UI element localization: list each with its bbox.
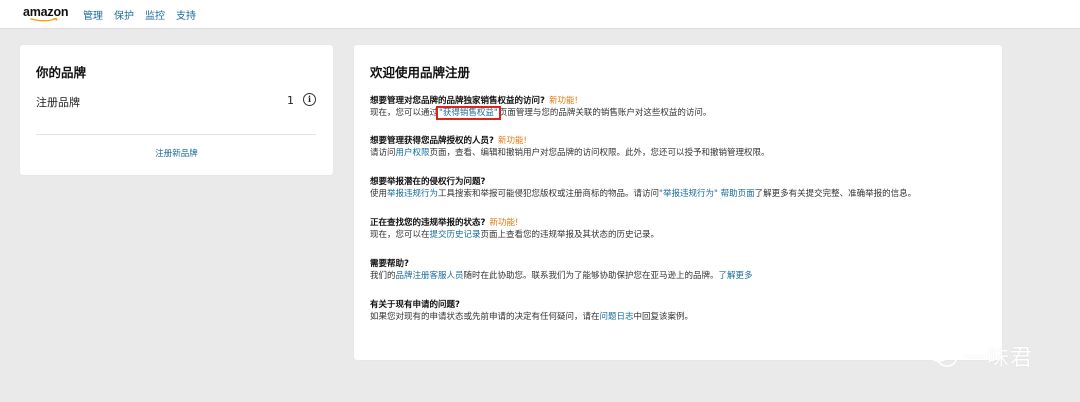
your-brands-title: 你的品牌 — [36, 65, 87, 80]
registered-brands-label: 注册品牌 — [36, 96, 80, 109]
section-text: 我们的 — [370, 271, 396, 281]
section-authorized-users: 想要管理获得您品牌授权的人员? 新功能! 请访问用户权限页面，查看、编辑和撤销用户… — [370, 135, 990, 159]
registered-brands-row: 注册品牌 1 i — [36, 93, 316, 110]
section-text: 了解更多有关提交完整、准确举报的信息。 — [754, 189, 917, 199]
section-text: 中回复该案例。 — [633, 312, 694, 322]
registered-brands-count: 1 — [287, 94, 294, 107]
section-question: 需要帮助? — [370, 259, 409, 269]
wechat-icon — [928, 344, 957, 367]
section-text: 如果您对现有的申请状态或先前申请的决定有任何疑问，请在 — [370, 312, 600, 322]
get-sales-rights-link[interactable]: "获得销售权益" — [436, 106, 501, 120]
info-icon[interactable]: i — [303, 93, 316, 106]
welcome-title: 欢迎使用品牌注册 — [370, 65, 471, 80]
section-text: 随时在此协助您。联系我们为了能够协助保护您在亚马逊上的品牌。 — [463, 271, 719, 281]
section-existing-application: 有关于现有申请的问题? 如果您对现有的申请状态或先前申请的决定有任何疑问，请在问… — [370, 299, 990, 323]
section-question: 想要管理对您品牌的品牌独家销售权益的访问? — [370, 96, 545, 106]
divider — [36, 134, 316, 135]
welcome-card: 欢迎使用品牌注册 想要管理对您品牌的品牌独家销售权益的访问? 新功能! 现在，您可… — [354, 45, 1002, 360]
nav-item-protect[interactable]: 保护 — [114, 7, 134, 22]
nav-item-monitor[interactable]: 监控 — [145, 7, 165, 22]
section-sales-rights: 想要管理对您品牌的品牌独家销售权益的访问? 新功能! 现在，您可以通过"获得销售权… — [370, 95, 990, 120]
new-feature-badge: 新功能! — [548, 96, 578, 106]
section-text: 现在，您可以通过 — [370, 108, 439, 118]
section-text: 请访问 — [370, 148, 396, 158]
user-permissions-link[interactable]: 用户权限 — [396, 148, 430, 158]
section-text: 页面管理与您的品牌关联的销售账户对这些权益的访问。 — [498, 108, 712, 118]
section-question: 想要举报潜在的侵权行为问题? — [370, 177, 486, 187]
case-log-link[interactable]: 问题日志 — [600, 312, 634, 322]
new-feature-badge: 新功能! — [497, 136, 527, 146]
section-question: 想要管理获得您品牌授权的人员? — [370, 136, 494, 146]
section-question: 正在查找您的违规举报的状态? — [370, 218, 486, 228]
register-new-brand-link[interactable]: 注册新品牌 — [20, 147, 333, 159]
new-feature-badge: 新功能! — [489, 218, 519, 228]
section-text: 页面上查看您的违规举报及其状态的历史记录。 — [480, 230, 660, 240]
section-text: 页面，查看、编辑和撤销用户对您品牌的访问权限。此外，您还可以授予和撤销管理权限。 — [429, 148, 770, 158]
amazon-logo[interactable]: amazon — [23, 5, 73, 22]
amazon-smile-icon — [30, 18, 58, 22]
nav-item-manage[interactable]: 管理 — [83, 7, 103, 22]
section-report-violation: 想要举报潜在的侵权行为问题? 使用举报违规行为工具搜索和举报可能侵犯您版权或注册… — [370, 176, 990, 200]
watermark: 一味君 — [928, 338, 1048, 374]
section-report-status: 正在查找您的违规举报的状态? 新功能! 现在，您可以在提交历史记录页面上查看您的违… — [370, 217, 990, 241]
section-question: 有关于现有申请的问题? — [370, 300, 460, 310]
report-violation-link[interactable]: 举报违规行为 — [387, 189, 438, 199]
nav-item-support[interactable]: 支持 — [176, 7, 196, 22]
brand-support-link[interactable]: 品牌注册客服人员 — [396, 271, 464, 281]
section-text: 现在，您可以在 — [370, 230, 430, 240]
your-brands-card: 你的品牌 注册品牌 1 i 注册新品牌 — [20, 45, 333, 175]
logo-text: amazon — [23, 5, 69, 19]
watermark-text: 一味君 — [964, 346, 1034, 371]
section-need-help: 需要帮助? 我们的品牌注册客服人员随时在此协助您。联系我们为了能够协助保护您在亚… — [370, 258, 990, 282]
submission-history-link[interactable]: 提交历史记录 — [430, 230, 481, 240]
section-text: 工具搜索和举报可能侵犯您版权或注册商标的物品。请访问 — [438, 189, 660, 199]
report-violation-help-link[interactable]: "举报违规行为" 帮助页面 — [659, 189, 755, 199]
section-text: 使用 — [370, 189, 388, 199]
learn-more-link[interactable]: 了解更多 — [719, 271, 753, 281]
top-navigation: amazon 管理 保护 监控 支持 — [0, 0, 1080, 29]
